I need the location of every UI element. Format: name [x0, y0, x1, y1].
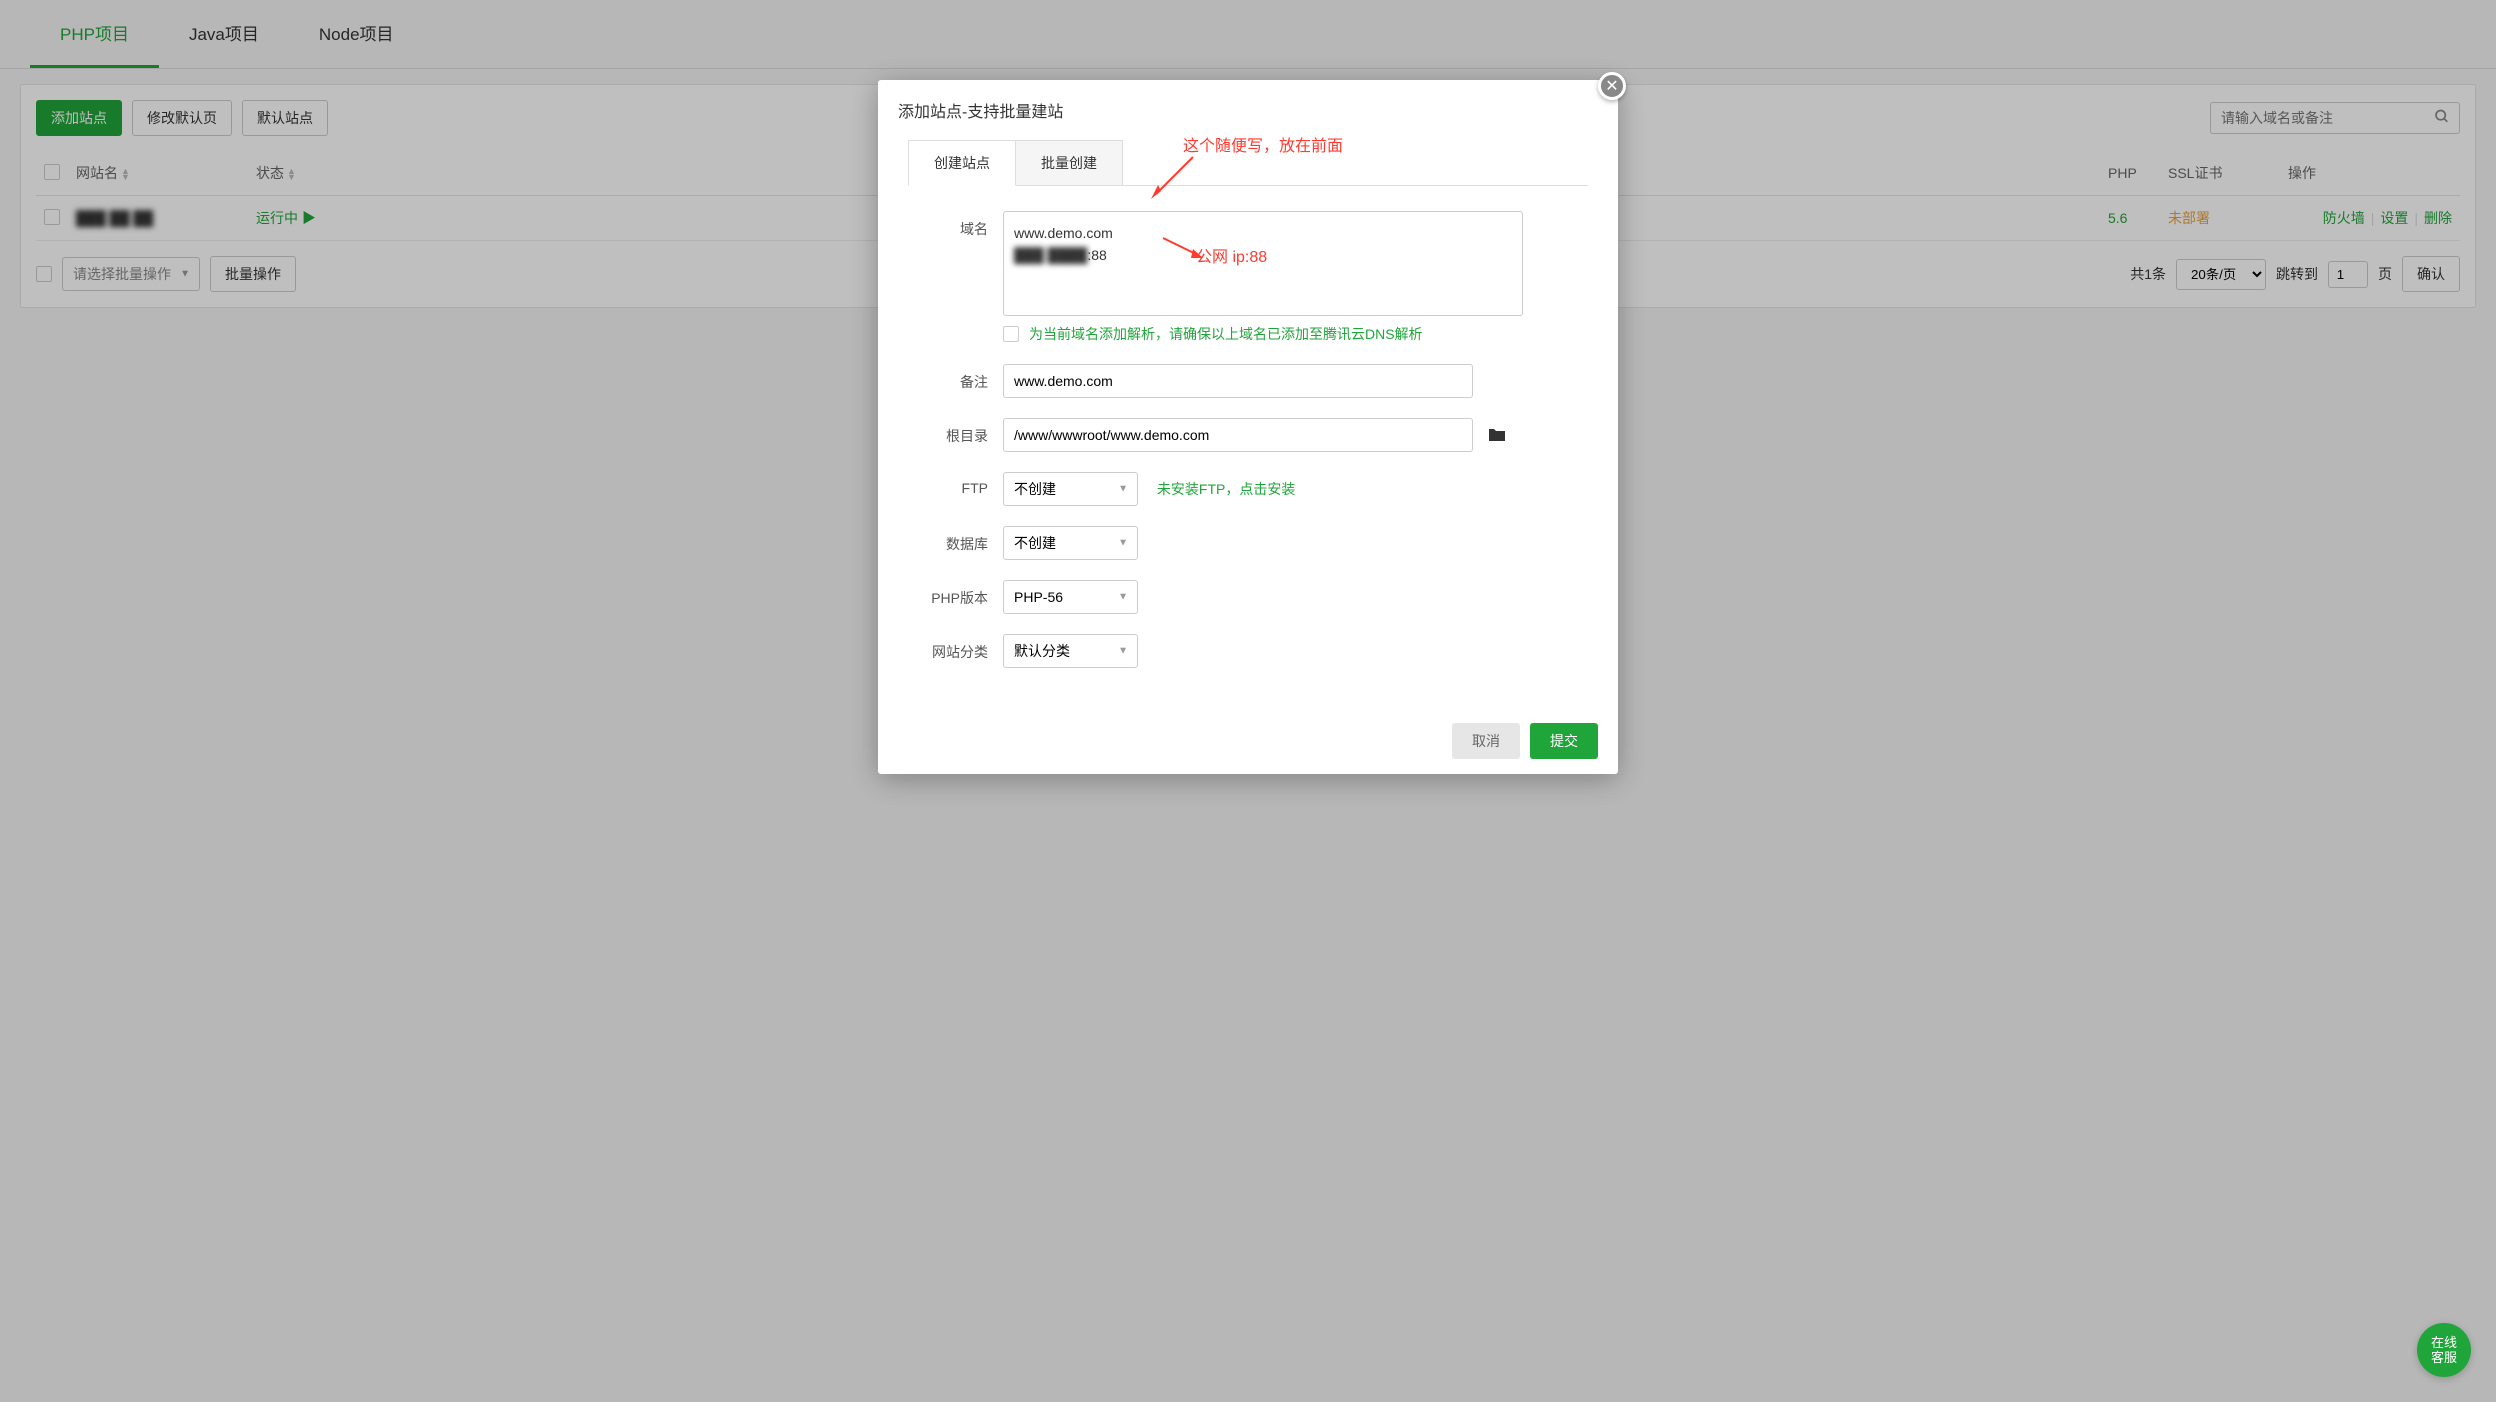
submit-button[interactable]: 提交: [1530, 723, 1598, 759]
cancel-button[interactable]: 取消: [1452, 723, 1520, 759]
dns-checkbox[interactable]: [1003, 326, 1019, 342]
modal-overlay: ✕ 添加站点-支持批量建站 创建站点 批量创建 这个随便写，放在前面 域名 ww…: [0, 0, 2496, 1402]
support-line1: 在线: [2431, 1335, 2457, 1350]
domain-line1: www.demo.com: [1014, 222, 1512, 244]
dialog-title: 添加站点-支持批量建站: [878, 80, 1618, 140]
support-button[interactable]: 在线 客服: [2417, 1323, 2471, 1377]
label-remark: 备注: [908, 364, 1003, 392]
remark-input[interactable]: [1003, 364, 1473, 398]
tab-create-site[interactable]: 创建站点: [908, 140, 1016, 186]
close-icon[interactable]: ✕: [1598, 72, 1626, 100]
dialog-tabs: 创建站点 批量创建: [908, 140, 1588, 186]
ftp-install-hint[interactable]: 未安装FTP，点击安装: [1157, 479, 1295, 499]
label-database: 数据库: [908, 526, 1003, 554]
ftp-select[interactable]: 不创建: [1003, 472, 1138, 506]
domain-textarea[interactable]: www.demo.com ███ ████:88: [1003, 211, 1523, 316]
add-site-dialog: ✕ 添加站点-支持批量建站 创建站点 批量创建 这个随便写，放在前面 域名 ww…: [878, 80, 1618, 774]
support-line2: 客服: [2431, 1350, 2457, 1365]
dialog-footer: 取消 提交: [878, 708, 1618, 774]
root-input[interactable]: [1003, 418, 1473, 452]
database-select[interactable]: 不创建: [1003, 526, 1138, 560]
php-version-select[interactable]: PHP-56: [1003, 580, 1138, 614]
label-category: 网站分类: [908, 634, 1003, 662]
tab-batch-create[interactable]: 批量创建: [1016, 140, 1123, 186]
label-ftp: FTP: [908, 472, 1003, 496]
domain-line2: ███ ████:88: [1014, 244, 1512, 266]
label-php-version: PHP版本: [908, 580, 1003, 608]
folder-icon[interactable]: [1487, 427, 1507, 446]
label-domain: 域名: [908, 211, 1003, 239]
dns-hint: 为当前域名添加解析，请确保以上域名已添加至腾讯云DNS解析: [1029, 324, 1423, 344]
category-select[interactable]: 默认分类: [1003, 634, 1138, 668]
label-root: 根目录: [908, 418, 1003, 446]
